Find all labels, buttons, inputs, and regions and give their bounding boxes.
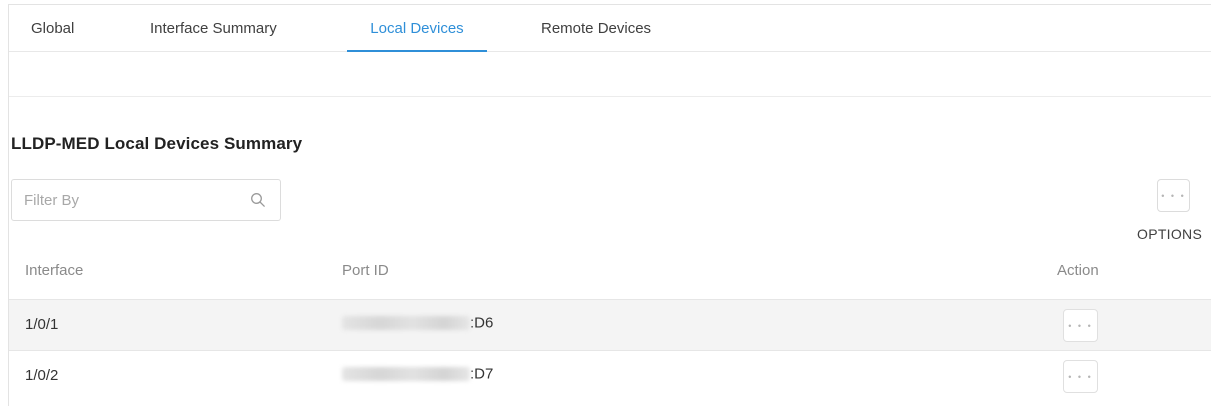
more-horizontal-icon: • • • bbox=[1068, 320, 1093, 331]
tab-label: Local Devices bbox=[370, 20, 464, 37]
row-action-button[interactable]: • • • bbox=[1063, 360, 1098, 393]
tab-local-devices[interactable]: Local Devices bbox=[347, 5, 487, 52]
more-horizontal-icon: • • • bbox=[1161, 190, 1186, 201]
tab-label: Global bbox=[31, 20, 75, 37]
active-tab-indicator bbox=[347, 50, 487, 52]
section-title: LLDP-MED Local Devices Summary bbox=[11, 134, 303, 153]
tab-label: Interface Summary bbox=[150, 20, 277, 37]
table-row[interactable]: 1/0/1 :D6 • • • bbox=[9, 299, 1211, 350]
cell-interface: 1/0/1 bbox=[25, 316, 59, 333]
options-button[interactable]: • • • bbox=[1157, 179, 1190, 212]
column-header-action: Action bbox=[1057, 262, 1099, 279]
main-panel: Global Interface Summary Local Devices R… bbox=[8, 4, 1211, 406]
options-label: OPTIONS bbox=[1137, 226, 1203, 242]
cell-interface: 1/0/2 bbox=[25, 367, 59, 384]
table-row[interactable]: 1/0/2 :D7 • • • bbox=[9, 350, 1211, 401]
divider bbox=[9, 96, 1211, 97]
column-header-port-id[interactable]: Port ID bbox=[342, 262, 389, 279]
port-id-suffix: :D6 bbox=[470, 314, 494, 332]
cell-port-id: :D6 bbox=[342, 314, 493, 336]
redacted-mask bbox=[342, 316, 470, 331]
filter-container bbox=[11, 179, 281, 221]
column-header-interface[interactable]: Interface bbox=[25, 262, 83, 279]
tab-bar: Global Interface Summary Local Devices R… bbox=[9, 5, 1211, 52]
tab-remote-devices[interactable]: Remote Devices bbox=[541, 5, 651, 51]
more-horizontal-icon: • • • bbox=[1068, 371, 1093, 382]
row-action-button[interactable]: • • • bbox=[1063, 309, 1098, 342]
search-icon[interactable] bbox=[250, 192, 266, 208]
redacted-mask bbox=[342, 367, 470, 382]
cell-port-id: :D7 bbox=[342, 365, 493, 387]
tab-label: Remote Devices bbox=[541, 20, 652, 37]
filter-input[interactable] bbox=[12, 180, 242, 220]
tab-global[interactable]: Global bbox=[31, 5, 74, 51]
tab-interface-summary[interactable]: Interface Summary bbox=[150, 5, 277, 51]
port-id-suffix: :D7 bbox=[470, 365, 494, 383]
